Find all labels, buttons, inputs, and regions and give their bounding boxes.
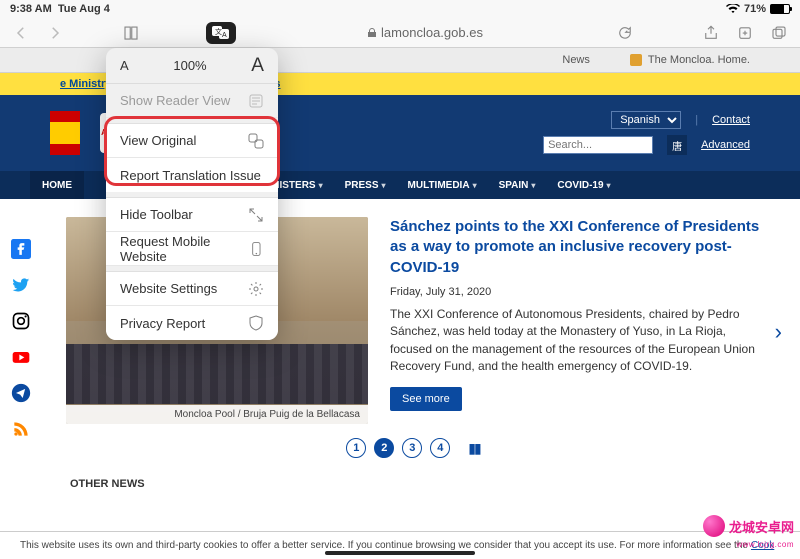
- carousel-pause[interactable]: ▮▮: [468, 440, 479, 457]
- safari-toolbar: 文A lamoncloa.gob.es: [0, 18, 800, 48]
- status-time: 9:38 AM: [10, 3, 52, 15]
- advanced-search-link[interactable]: Advanced: [701, 139, 750, 151]
- aa-menu: A 100% A Show Reader View View Original …: [106, 48, 278, 340]
- see-more-button[interactable]: See more: [390, 387, 462, 411]
- request-mobile-website[interactable]: Request Mobile Website: [106, 232, 278, 266]
- page-3[interactable]: 3: [402, 438, 422, 458]
- hide-toolbar[interactable]: Hide Toolbar: [106, 198, 278, 232]
- carousel-pager: 1 2 3 4 ▮▮: [66, 438, 760, 458]
- nav-press[interactable]: PRESS▾: [345, 180, 386, 191]
- svg-text:文: 文: [215, 27, 222, 36]
- bookmarks-button[interactable]: [120, 22, 142, 44]
- zoom-level: 100%: [173, 58, 206, 73]
- language-select[interactable]: Spanish: [611, 111, 681, 129]
- article-body: The XXI Conference of Autonomous Preside…: [390, 306, 760, 376]
- share-button[interactable]: [700, 22, 722, 44]
- nav-home[interactable]: HOME: [30, 171, 84, 199]
- shield-icon: [248, 315, 264, 331]
- chevron-down-icon: ▾: [382, 181, 386, 190]
- url-host: lamoncloa.gob.es: [381, 25, 483, 40]
- photo-caption: Moncloa Pool / Bruja Puig de la Bellacas…: [66, 405, 368, 424]
- chevron-down-icon: ▾: [607, 181, 611, 190]
- status-date: Tue Aug 4: [58, 3, 110, 15]
- back-button[interactable]: [10, 22, 32, 44]
- search-input[interactable]: [543, 136, 653, 154]
- telegram-icon[interactable]: [11, 383, 31, 403]
- show-reader-view: Show Reader View: [106, 84, 278, 118]
- svg-text:A: A: [222, 32, 227, 39]
- website-settings[interactable]: Website Settings: [106, 272, 278, 306]
- reload-button[interactable]: [614, 22, 636, 44]
- page-4[interactable]: 4: [430, 438, 450, 458]
- youtube-icon[interactable]: [11, 347, 31, 367]
- chevron-down-icon: ▾: [531, 181, 535, 190]
- forward-button[interactable]: [44, 22, 66, 44]
- spain-flag: [50, 111, 80, 155]
- reader-icon: [248, 93, 264, 109]
- article-headline[interactable]: Sánchez points to the XXI Conference of …: [390, 217, 760, 278]
- tab-news[interactable]: News: [562, 54, 590, 66]
- zoom-out[interactable]: A: [120, 58, 129, 73]
- translate-icon: [248, 133, 264, 149]
- article-date: Friday, July 31, 2020: [390, 286, 760, 298]
- zoom-in[interactable]: A: [251, 55, 264, 77]
- chevron-down-icon: ▾: [319, 181, 323, 190]
- contact-link[interactable]: Contact: [712, 114, 750, 126]
- home-indicator: [325, 551, 475, 555]
- page-1[interactable]: 1: [346, 438, 366, 458]
- chevron-down-icon: ▾: [473, 181, 477, 190]
- expand-icon: [248, 207, 264, 223]
- lock-icon: [367, 28, 377, 38]
- report-translation-issue[interactable]: Report Translation Issue: [106, 158, 278, 192]
- view-original[interactable]: View Original: [106, 124, 278, 158]
- twitter-icon[interactable]: [11, 275, 31, 295]
- phone-icon: [249, 241, 264, 257]
- nav-multimedia[interactable]: MULTIMEDIA▾: [408, 180, 477, 191]
- rss-icon[interactable]: [11, 419, 31, 439]
- nav-covid[interactable]: COVID-19▾: [557, 180, 610, 191]
- carousel-next[interactable]: ›: [775, 319, 782, 345]
- battery-icon: [770, 4, 790, 14]
- favicon-icon: [630, 54, 642, 66]
- zoom-row: A 100% A: [106, 48, 278, 84]
- battery-pct: 71%: [744, 3, 766, 15]
- gear-icon: [248, 281, 264, 297]
- wifi-icon: [726, 4, 740, 14]
- watermark: 龙城安卓网 www.lcjrg.com: [703, 515, 794, 537]
- new-tab-button[interactable]: [734, 22, 756, 44]
- url-bar[interactable]: lamoncloa.gob.es: [248, 25, 602, 40]
- translate-button[interactable]: 文A: [206, 22, 236, 44]
- social-sidebar: [0, 199, 42, 559]
- other-news-heading: OTHER NEWS: [70, 478, 760, 490]
- facebook-icon[interactable]: [11, 239, 31, 259]
- search-button[interactable]: 唐: [667, 135, 687, 155]
- page-2[interactable]: 2: [374, 438, 394, 458]
- tab-home[interactable]: The Moncloa. Home.: [630, 54, 750, 66]
- tabs-button[interactable]: [768, 22, 790, 44]
- watermark-icon: [703, 515, 725, 537]
- privacy-report[interactable]: Privacy Report: [106, 306, 278, 340]
- nav-spain[interactable]: SPAIN▾: [499, 180, 536, 191]
- instagram-icon[interactable]: [11, 311, 31, 331]
- ios-status-bar: 9:38 AM Tue Aug 4 71%: [0, 0, 800, 18]
